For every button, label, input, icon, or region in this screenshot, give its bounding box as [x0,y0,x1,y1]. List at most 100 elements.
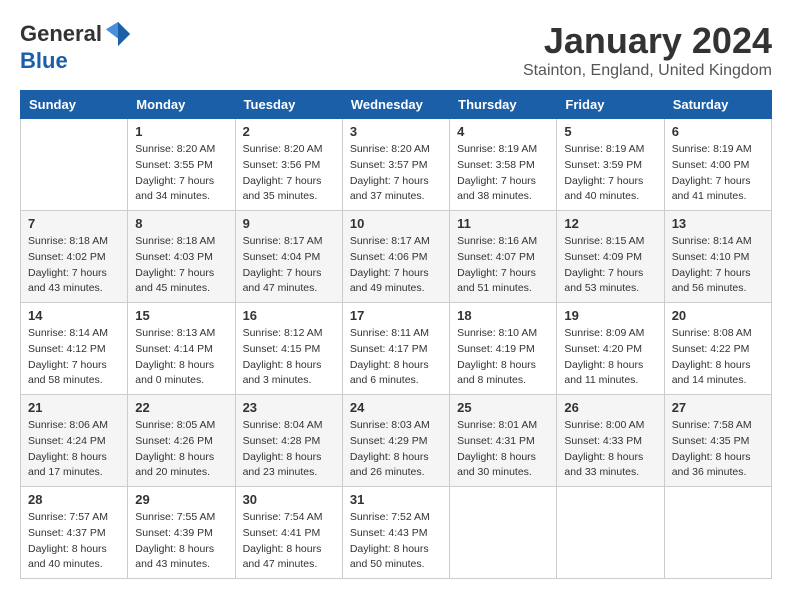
calendar-cell [557,487,664,579]
day-number: 17 [350,308,442,323]
day-number: 3 [350,124,442,139]
header-sunday: Sunday [21,91,128,119]
day-number: 30 [243,492,335,507]
logo: General Blue [20,20,132,74]
day-number: 8 [135,216,227,231]
calendar-cell: 19 Sunrise: 8:09 AMSunset: 4:20 PMDayligh… [557,303,664,395]
day-info: Sunrise: 8:19 AMSunset: 3:58 PMDaylight:… [457,142,549,205]
calendar-cell: 20 Sunrise: 8:08 AMSunset: 4:22 PMDayligh… [664,303,771,395]
day-info: Sunrise: 8:10 AMSunset: 4:19 PMDaylight:… [457,326,549,389]
day-info: Sunrise: 8:18 AMSunset: 4:03 PMDaylight:… [135,234,227,297]
calendar-cell: 16 Sunrise: 8:12 AMSunset: 4:15 PMDayligh… [235,303,342,395]
day-number: 1 [135,124,227,139]
title-block: January 2024 Stainton, England, United K… [523,20,772,80]
day-info: Sunrise: 8:16 AMSunset: 4:07 PMDaylight:… [457,234,549,297]
day-info: Sunrise: 8:13 AMSunset: 4:14 PMDaylight:… [135,326,227,389]
day-number: 21 [28,400,120,415]
day-info: Sunrise: 8:15 AMSunset: 4:09 PMDaylight:… [564,234,656,297]
day-number: 11 [457,216,549,231]
calendar-cell: 6 Sunrise: 8:19 AMSunset: 4:00 PMDaylight… [664,119,771,211]
day-number: 27 [672,400,764,415]
calendar-title: January 2024 [523,20,772,62]
calendar-week-4: 21 Sunrise: 8:06 AMSunset: 4:24 PMDayligh… [21,395,772,487]
calendar-cell: 3 Sunrise: 8:20 AMSunset: 3:57 PMDaylight… [342,119,449,211]
calendar-cell: 23 Sunrise: 8:04 AMSunset: 4:28 PMDayligh… [235,395,342,487]
day-info: Sunrise: 8:06 AMSunset: 4:24 PMDaylight:… [28,418,120,481]
calendar-cell: 13 Sunrise: 8:14 AMSunset: 4:10 PMDayligh… [664,211,771,303]
day-number: 15 [135,308,227,323]
day-info: Sunrise: 7:58 AMSunset: 4:35 PMDaylight:… [672,418,764,481]
calendar-cell: 31 Sunrise: 7:52 AMSunset: 4:43 PMDayligh… [342,487,449,579]
calendar-week-3: 14Sunrise: 8:14 AMSunset: 4:12 PMDayligh… [21,303,772,395]
calendar-cell: 25Sunrise: 8:01 AMSunset: 4:31 PMDayligh… [450,395,557,487]
day-number: 16 [243,308,335,323]
calendar-cell [664,487,771,579]
day-info: Sunrise: 8:20 AMSunset: 3:57 PMDaylight:… [350,142,442,205]
calendar-week-5: 28 Sunrise: 7:57 AMSunset: 4:37 PMDayligh… [21,487,772,579]
day-number: 7 [28,216,120,231]
day-number: 25 [457,400,549,415]
day-number: 28 [28,492,120,507]
calendar-cell: 4Sunrise: 8:19 AMSunset: 3:58 PMDaylight… [450,119,557,211]
day-info: Sunrise: 8:03 AMSunset: 4:29 PMDaylight:… [350,418,442,481]
calendar-header-row: SundayMondayTuesdayWednesdayThursdayFrid… [21,91,772,119]
calendar-cell: 7 Sunrise: 8:18 AMSunset: 4:02 PMDaylight… [21,211,128,303]
day-number: 23 [243,400,335,415]
logo-blue: Blue [20,48,68,74]
day-info: Sunrise: 8:14 AMSunset: 4:10 PMDaylight:… [672,234,764,297]
day-info: Sunrise: 8:04 AMSunset: 4:28 PMDaylight:… [243,418,335,481]
calendar-cell: 9Sunrise: 8:17 AMSunset: 4:04 PMDaylight… [235,211,342,303]
calendar-cell: 2 Sunrise: 8:20 AMSunset: 3:56 PMDaylight… [235,119,342,211]
day-info: Sunrise: 8:08 AMSunset: 4:22 PMDaylight:… [672,326,764,389]
day-info: Sunrise: 8:18 AMSunset: 4:02 PMDaylight:… [28,234,120,297]
calendar-cell: 18 Sunrise: 8:10 AMSunset: 4:19 PMDayligh… [450,303,557,395]
day-number: 19 [564,308,656,323]
day-info: Sunrise: 8:20 AMSunset: 3:56 PMDaylight:… [243,142,335,205]
day-number: 20 [672,308,764,323]
day-number: 24 [350,400,442,415]
calendar-cell: 30Sunrise: 7:54 AMSunset: 4:41 PMDayligh… [235,487,342,579]
calendar-cell: 11 Sunrise: 8:16 AMSunset: 4:07 PMDayligh… [450,211,557,303]
day-info: Sunrise: 8:09 AMSunset: 4:20 PMDaylight:… [564,326,656,389]
day-info: Sunrise: 8:12 AMSunset: 4:15 PMDaylight:… [243,326,335,389]
day-number: 31 [350,492,442,507]
calendar-cell: 17Sunrise: 8:11 AMSunset: 4:17 PMDayligh… [342,303,449,395]
day-number: 12 [564,216,656,231]
day-info: Sunrise: 7:52 AMSunset: 4:43 PMDaylight:… [350,510,442,573]
day-info: Sunrise: 8:05 AMSunset: 4:26 PMDaylight:… [135,418,227,481]
day-number: 2 [243,124,335,139]
day-number: 14 [28,308,120,323]
calendar-cell: 1 Sunrise: 8:20 AMSunset: 3:55 PMDaylight… [128,119,235,211]
day-number: 9 [243,216,335,231]
header-saturday: Saturday [664,91,771,119]
day-info: Sunrise: 8:19 AMSunset: 3:59 PMDaylight:… [564,142,656,205]
header-thursday: Thursday [450,91,557,119]
calendar-cell: 14Sunrise: 8:14 AMSunset: 4:12 PMDayligh… [21,303,128,395]
day-info: Sunrise: 7:57 AMSunset: 4:37 PMDaylight:… [28,510,120,573]
header-tuesday: Tuesday [235,91,342,119]
day-info: Sunrise: 8:19 AMSunset: 4:00 PMDaylight:… [672,142,764,205]
calendar-cell: 10Sunrise: 8:17 AMSunset: 4:06 PMDayligh… [342,211,449,303]
day-info: Sunrise: 8:20 AMSunset: 3:55 PMDaylight:… [135,142,227,205]
calendar-cell: 5Sunrise: 8:19 AMSunset: 3:59 PMDaylight… [557,119,664,211]
calendar-cell: 22Sunrise: 8:05 AMSunset: 4:26 PMDayligh… [128,395,235,487]
calendar-cell [21,119,128,211]
day-number: 6 [672,124,764,139]
calendar-cell: 15 Sunrise: 8:13 AMSunset: 4:14 PMDayligh… [128,303,235,395]
header-friday: Friday [557,91,664,119]
calendar-cell: 21 Sunrise: 8:06 AMSunset: 4:24 PMDayligh… [21,395,128,487]
calendar-cell: 26Sunrise: 8:00 AMSunset: 4:33 PMDayligh… [557,395,664,487]
day-number: 29 [135,492,227,507]
day-info: Sunrise: 8:17 AMSunset: 4:06 PMDaylight:… [350,234,442,297]
day-info: Sunrise: 8:00 AMSunset: 4:33 PMDaylight:… [564,418,656,481]
header-wednesday: Wednesday [342,91,449,119]
calendar-cell: 24 Sunrise: 8:03 AMSunset: 4:29 PMDayligh… [342,395,449,487]
day-number: 18 [457,308,549,323]
calendar-cell: 8 Sunrise: 8:18 AMSunset: 4:03 PMDaylight… [128,211,235,303]
calendar-cell [450,487,557,579]
calendar-week-1: 1 Sunrise: 8:20 AMSunset: 3:55 PMDaylight… [21,119,772,211]
header-monday: Monday [128,91,235,119]
calendar-location: Stainton, England, United Kingdom [523,62,772,80]
day-number: 13 [672,216,764,231]
calendar-cell: 27 Sunrise: 7:58 AMSunset: 4:35 PMDayligh… [664,395,771,487]
